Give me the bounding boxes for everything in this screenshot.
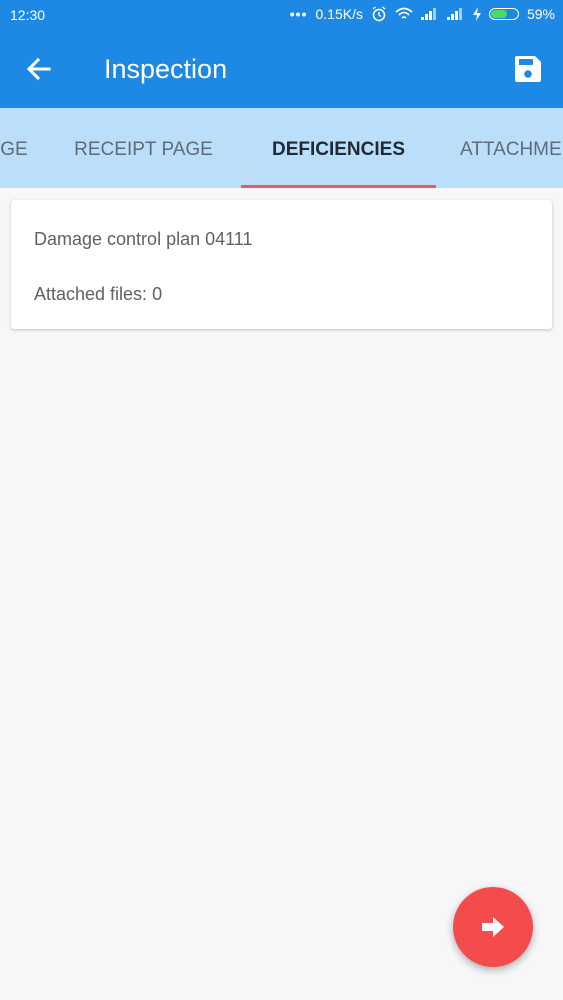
status-icons: ••• 0.15K/s 59%	[290, 6, 555, 22]
next-fab-button[interactable]	[453, 887, 533, 967]
signal-icon	[446, 8, 465, 20]
network-speed: 0.15K/s	[315, 6, 363, 22]
battery-fill	[490, 10, 508, 18]
page-title: Inspection	[104, 54, 228, 84]
save-button[interactable]	[513, 54, 543, 84]
battery-percent: 59%	[526, 6, 555, 22]
app-bar: Inspection	[0, 30, 563, 108]
arrow-left-icon	[26, 57, 51, 81]
battery-icon	[488, 8, 519, 20]
back-button[interactable]	[22, 52, 56, 86]
deficiency-card[interactable]: Damage control plan 04111 Attached files…	[11, 200, 552, 329]
wifi-icon	[395, 7, 413, 19]
arrow-right-icon	[482, 917, 504, 937]
status-time: 12:30	[10, 7, 46, 23]
tab-deficiencies[interactable]: DEFICIENCIES	[241, 108, 436, 188]
alarm-icon	[372, 6, 386, 22]
active-tab-indicator	[241, 185, 436, 188]
tab-attachments[interactable]: ATTACHME	[436, 108, 563, 188]
attached-files-count: Attached files: 0	[34, 284, 163, 304]
tab-receipt-page[interactable]: RECEIPT PAGE	[46, 108, 241, 188]
tab-bar: GE RECEIPT PAGE DEFICIENCIES ATTACHME	[0, 108, 563, 188]
status-bar: 12:30 ••• 0.15K/s 59%	[0, 0, 563, 30]
tab-page[interactable]: GE	[0, 108, 34, 188]
card-title: Damage control plan 04111	[34, 229, 253, 249]
more-dots-icon: •••	[289, 6, 308, 22]
signal-icon	[420, 8, 439, 20]
floppy-disk-icon	[515, 56, 541, 82]
charging-icon	[472, 7, 481, 21]
